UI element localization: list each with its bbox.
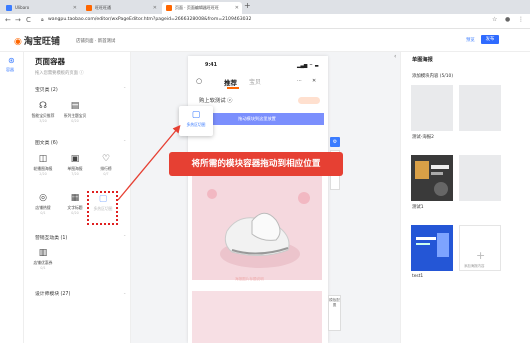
active-tab-indicator (227, 87, 239, 89)
poster-thumb-blue (411, 225, 453, 271)
breadcrumb[interactable]: 店铺页面 · 新首测试 (76, 38, 115, 44)
category-pictext[interactable]: 图文类 (6) (35, 139, 58, 146)
module-coupon[interactable]: ▥ 店铺优惠券 0/1 (30, 248, 56, 274)
module-carousel[interactable]: ◫ 轮播图海报 2/20 (30, 154, 56, 180)
chevron-up-icon[interactable]: ⌃ (123, 139, 126, 144)
search-icon: ◎ (39, 193, 47, 203)
poster-thumb-dark (411, 155, 453, 201)
hotzone-icon: ▢ (191, 110, 201, 120)
category-marketing[interactable]: 营销互动类 (1) (35, 234, 67, 241)
more-icon: ··· (297, 78, 302, 84)
chevron-up-icon[interactable]: ⌃ (123, 234, 126, 239)
address-bar: ← → C 🔒︎ wangpu.taobao.com/editor/wxPage… (0, 14, 530, 29)
module-single-poster[interactable]: ▣ 单图海报 7/20 (62, 154, 88, 180)
module-series-goods[interactable]: ▤ 系列主题宝贝 0/20 (62, 101, 88, 127)
chevron-up-icon[interactable]: ⌃ (123, 86, 126, 91)
sneaker-image (192, 176, 322, 280)
new-tab-button[interactable]: + (244, 1, 251, 10)
search-icon: ○ (196, 77, 203, 85)
hotzone-icon: ▢ (98, 194, 108, 204)
account-icon[interactable]: ● (505, 16, 510, 23)
module-hot-search[interactable]: ◎ 店铺热搜 0/1 (30, 193, 56, 219)
tab-recommend[interactable]: 推荐 (224, 77, 237, 87)
panel-title: 页面容器 (35, 57, 65, 66)
highlight-dashed-box: ▢ 多热区切图 (87, 191, 118, 225)
module-multi-hotzone[interactable]: ▢ 多热区切图 (90, 194, 116, 220)
menu-icon[interactable]: ⋮ (518, 16, 524, 23)
close-icon[interactable]: ✕ (235, 2, 239, 14)
image-icon: ▣ (70, 154, 80, 164)
poster-slot-3[interactable] (411, 155, 453, 201)
app-logo[interactable]: ◉ 淘宝旺铺 (14, 34, 60, 47)
poster-image-2[interactable] (192, 291, 322, 343)
taobao-logo-icon: ◉ (14, 37, 22, 47)
reload-icon[interactable]: C (26, 16, 31, 24)
plus-icon: + (476, 249, 486, 262)
tab-favicon (166, 5, 172, 11)
container-icon[interactable]: ⊛ (8, 56, 15, 65)
browser-tab-1[interactable]: Ulibaro ✕ (2, 2, 80, 14)
ranking-icon: ♡ (101, 154, 111, 164)
slot-label: 测试-海报2 (412, 135, 434, 140)
section-title: 购上软测试 ⓥ (199, 98, 233, 104)
back-icon[interactable]: ← (5, 16, 11, 24)
panel-subtitle: 拖入您需要模板的页面 ⓘ (35, 71, 84, 76)
tab-favicon (86, 5, 92, 11)
slot-label: 测试1 (412, 205, 424, 210)
recommend-icon: ☊ (39, 101, 47, 111)
chevron-down-icon[interactable]: ⌄ (123, 290, 126, 295)
tab-label: Ulibaro (15, 5, 30, 10)
series-icon: ▤ (70, 101, 80, 111)
star-icon[interactable]: ☆ (492, 16, 497, 23)
follow-pill (298, 97, 320, 104)
poster-slot-5[interactable] (411, 225, 453, 271)
close-icon[interactable]: ✕ (153, 2, 157, 14)
coupon-icon: ▥ (38, 248, 48, 258)
forward-icon[interactable]: → (15, 16, 21, 24)
add-poster-label: 添加海报内容 (464, 264, 485, 268)
close-icon[interactable]: ✕ (73, 2, 77, 14)
right-panel-subtitle: 添加模块内容 (5/10) (412, 74, 454, 79)
carousel-icon: ◫ (38, 154, 48, 164)
category-goods[interactable]: 宝贝类 (2) (35, 86, 58, 93)
poster-slot-1[interactable] (411, 85, 453, 131)
icon-rail (0, 52, 24, 343)
module-ranking[interactable]: ♡ 排行榜 0/7 (93, 154, 119, 180)
poster-slot-2[interactable] (459, 85, 501, 131)
browser-tab-3[interactable]: 页面 · 页面编辑器旺旺旺 ✕ (162, 2, 242, 14)
tab-label: 旺旺旺通 (95, 5, 111, 10)
poster-slot-4[interactable] (459, 155, 501, 201)
phone-time: 9:41 (205, 63, 217, 68)
tab-goods[interactable]: 宝贝 (249, 77, 261, 86)
url-field[interactable]: wangpu.taobao.com/editor/wxPageEditor.ht… (48, 17, 251, 22)
right-panel-title: 单图海报 (412, 57, 433, 63)
close-icon: ✕ (312, 78, 317, 84)
browser-tab-2[interactable]: 旺旺旺通 ✕ (82, 2, 160, 14)
tab-favicon (6, 5, 12, 11)
poster-image[interactable] (192, 176, 322, 280)
preview-button[interactable]: 预览 (466, 37, 475, 43)
phone-status-icons: ▂▄▆ ⌔ ▬ (297, 64, 319, 69)
category-designer[interactable]: 设计师模块 (27) (35, 290, 70, 297)
template-config-button[interactable]: 模板配置 (328, 295, 341, 331)
publish-button[interactable]: 发布 (481, 35, 499, 44)
settings-icon[interactable]: ⚙ (330, 137, 340, 147)
dragging-module[interactable]: ▢ 多热区切图 (179, 106, 213, 136)
lock-icon: 🔒︎ (41, 17, 44, 23)
poster-caption: 海报图片标题说明 (235, 277, 264, 281)
instruction-callout: 将所需的模块容器拖动到相应位置 (169, 152, 343, 176)
logo-text: 淘宝旺铺 (23, 37, 60, 47)
collapse-icon[interactable]: ‹ (394, 53, 396, 60)
text-icon: ▦ (70, 193, 80, 203)
rail-label-container[interactable]: 容器 (6, 67, 14, 73)
tab-label: 页面 · 页面编辑器旺旺旺 (175, 5, 219, 10)
module-text-title[interactable]: ▦ 文字标题 0/20 (62, 193, 88, 219)
slot-label: test1 (412, 274, 424, 279)
module-smart-goods[interactable]: ☊ 智能宝贝推荐 3/20 (30, 101, 56, 127)
